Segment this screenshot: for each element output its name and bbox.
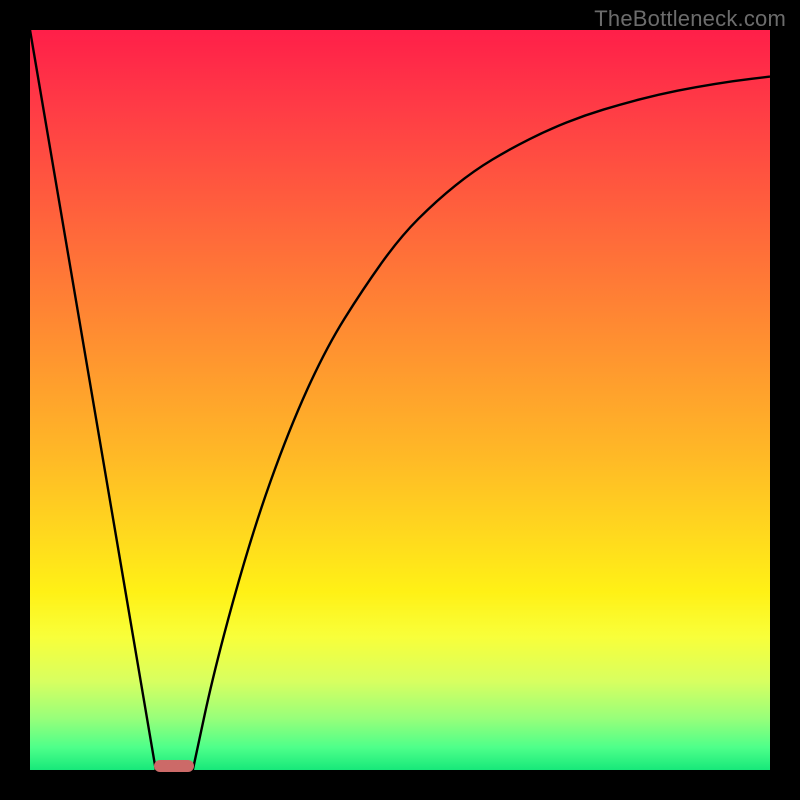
- curves-svg: [30, 30, 770, 770]
- vertex-marker: [154, 760, 194, 772]
- watermark-text: TheBottleneck.com: [594, 6, 786, 32]
- left-line-path: [30, 30, 156, 770]
- chart-frame: TheBottleneck.com: [0, 0, 800, 800]
- right-curve-path: [193, 77, 770, 770]
